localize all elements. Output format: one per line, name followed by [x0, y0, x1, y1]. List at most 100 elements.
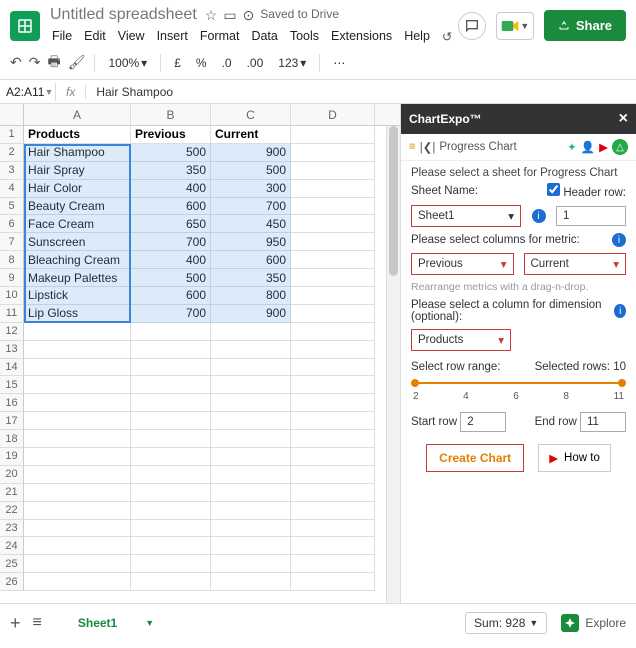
cell[interactable]: 450: [211, 215, 291, 233]
cell[interactable]: [291, 376, 375, 394]
cell[interactable]: 950: [211, 233, 291, 251]
cell[interactable]: [24, 555, 131, 573]
cell[interactable]: [211, 573, 291, 591]
cell[interactable]: [291, 287, 375, 305]
metric1-select[interactable]: Previous▾: [411, 253, 514, 275]
cell[interactable]: 600: [211, 251, 291, 269]
cell[interactable]: 500: [211, 162, 291, 180]
cell[interactable]: 900: [211, 144, 291, 162]
cell[interactable]: 300: [211, 180, 291, 198]
cell[interactable]: 400: [131, 180, 211, 198]
cell[interactable]: [211, 555, 291, 573]
cell[interactable]: [291, 394, 375, 412]
row-header[interactable]: 24: [0, 537, 24, 555]
row-header[interactable]: 10: [0, 287, 24, 305]
col-header-C[interactable]: C: [211, 104, 291, 125]
menu-insert[interactable]: Insert: [155, 27, 190, 46]
all-sheets-icon[interactable]: ≡: [33, 614, 42, 632]
cell[interactable]: Hair Shampoo: [24, 144, 131, 162]
cell[interactable]: [24, 412, 131, 430]
cell[interactable]: [291, 484, 375, 502]
cell[interactable]: [131, 537, 211, 555]
row-header[interactable]: 4: [0, 180, 24, 198]
decrease-decimal[interactable]: .0: [218, 54, 236, 72]
info-icon-3[interactable]: i: [614, 304, 626, 318]
cell[interactable]: [24, 341, 131, 359]
cell[interactable]: [211, 430, 291, 448]
col-header-A[interactable]: A: [24, 104, 131, 125]
print-icon[interactable]: 🖶: [47, 51, 60, 75]
row-header[interactable]: 22: [0, 502, 24, 520]
cell[interactable]: 350: [211, 269, 291, 287]
magic-icon[interactable]: ✦: [567, 140, 577, 154]
sheets-logo[interactable]: [10, 11, 40, 41]
cell[interactable]: Face Cream: [24, 215, 131, 233]
cell[interactable]: Makeup Palettes: [24, 269, 131, 287]
cell[interactable]: Bleaching Cream: [24, 251, 131, 269]
cell[interactable]: [24, 323, 131, 341]
col-header-B[interactable]: B: [131, 104, 211, 125]
increase-decimal[interactable]: .00: [243, 54, 268, 72]
row-range-slider[interactable]: [411, 379, 626, 387]
menu-tools[interactable]: Tools: [288, 27, 321, 46]
cell[interactable]: Beauty Cream: [24, 198, 131, 216]
cell[interactable]: Hair Color: [24, 180, 131, 198]
zoom-select[interactable]: 100% ▾: [104, 54, 151, 72]
cell[interactable]: [24, 376, 131, 394]
currency-pound[interactable]: £: [170, 54, 185, 72]
history-icon[interactable]: ↺: [440, 27, 454, 46]
cell[interactable]: [291, 430, 375, 448]
sheet-select[interactable]: Sheet1▾: [411, 205, 521, 227]
row-header[interactable]: 16: [0, 394, 24, 412]
row-header[interactable]: 7: [0, 233, 24, 251]
row-header[interactable]: 14: [0, 359, 24, 377]
cell[interactable]: 650: [131, 215, 211, 233]
cell[interactable]: [24, 430, 131, 448]
formula-input[interactable]: Hair Shampoo: [86, 85, 636, 99]
row-header[interactable]: 17: [0, 412, 24, 430]
menu-view[interactable]: View: [116, 27, 147, 46]
cell[interactable]: [291, 233, 375, 251]
cell[interactable]: [131, 341, 211, 359]
sum-display[interactable]: Sum: 928▼: [465, 612, 547, 634]
cell[interactable]: 900: [211, 305, 291, 323]
cell[interactable]: [211, 341, 291, 359]
vertical-scrollbar[interactable]: [386, 126, 400, 603]
row-header[interactable]: 18: [0, 430, 24, 448]
row-header[interactable]: 21: [0, 484, 24, 502]
menu-icon[interactable]: ≡: [409, 141, 416, 153]
cell[interactable]: [131, 555, 211, 573]
cell[interactable]: [211, 376, 291, 394]
cell[interactable]: [291, 341, 375, 359]
cell[interactable]: [24, 502, 131, 520]
row-header[interactable]: 19: [0, 448, 24, 466]
close-icon[interactable]: ×: [619, 110, 628, 128]
cell[interactable]: [211, 359, 291, 377]
row-header[interactable]: 12: [0, 323, 24, 341]
doc-title[interactable]: Untitled spreadsheet: [50, 6, 197, 24]
cell[interactable]: [24, 448, 131, 466]
row-header[interactable]: 8: [0, 251, 24, 269]
cell[interactable]: Hair Spray: [24, 162, 131, 180]
info-icon[interactable]: i: [532, 209, 546, 223]
howto-button[interactable]: ▶ How to: [538, 444, 611, 472]
star-icon[interactable]: ☆: [205, 7, 218, 24]
end-row-input[interactable]: 11: [580, 412, 626, 432]
cell[interactable]: [131, 376, 211, 394]
user-icon[interactable]: 👤: [581, 140, 595, 154]
dimension-select[interactable]: Products▾: [411, 329, 511, 351]
cell[interactable]: [291, 269, 375, 287]
cell[interactable]: 600: [131, 198, 211, 216]
menu-help[interactable]: Help: [402, 27, 432, 46]
sheet-tab[interactable]: Sheet1 ▼: [54, 604, 178, 642]
number-format[interactable]: 123 ▾: [274, 54, 310, 72]
row-header[interactable]: 26: [0, 573, 24, 591]
cell[interactable]: 800: [211, 287, 291, 305]
row-header[interactable]: 1: [0, 126, 24, 144]
undo-icon[interactable]: ↶: [10, 54, 22, 71]
cell[interactable]: [131, 448, 211, 466]
metric2-select[interactable]: Current▾: [524, 253, 627, 275]
more-icon[interactable]: ⋯: [329, 54, 349, 72]
cell[interactable]: Lip Gloss: [24, 305, 131, 323]
cell[interactable]: [291, 555, 375, 573]
